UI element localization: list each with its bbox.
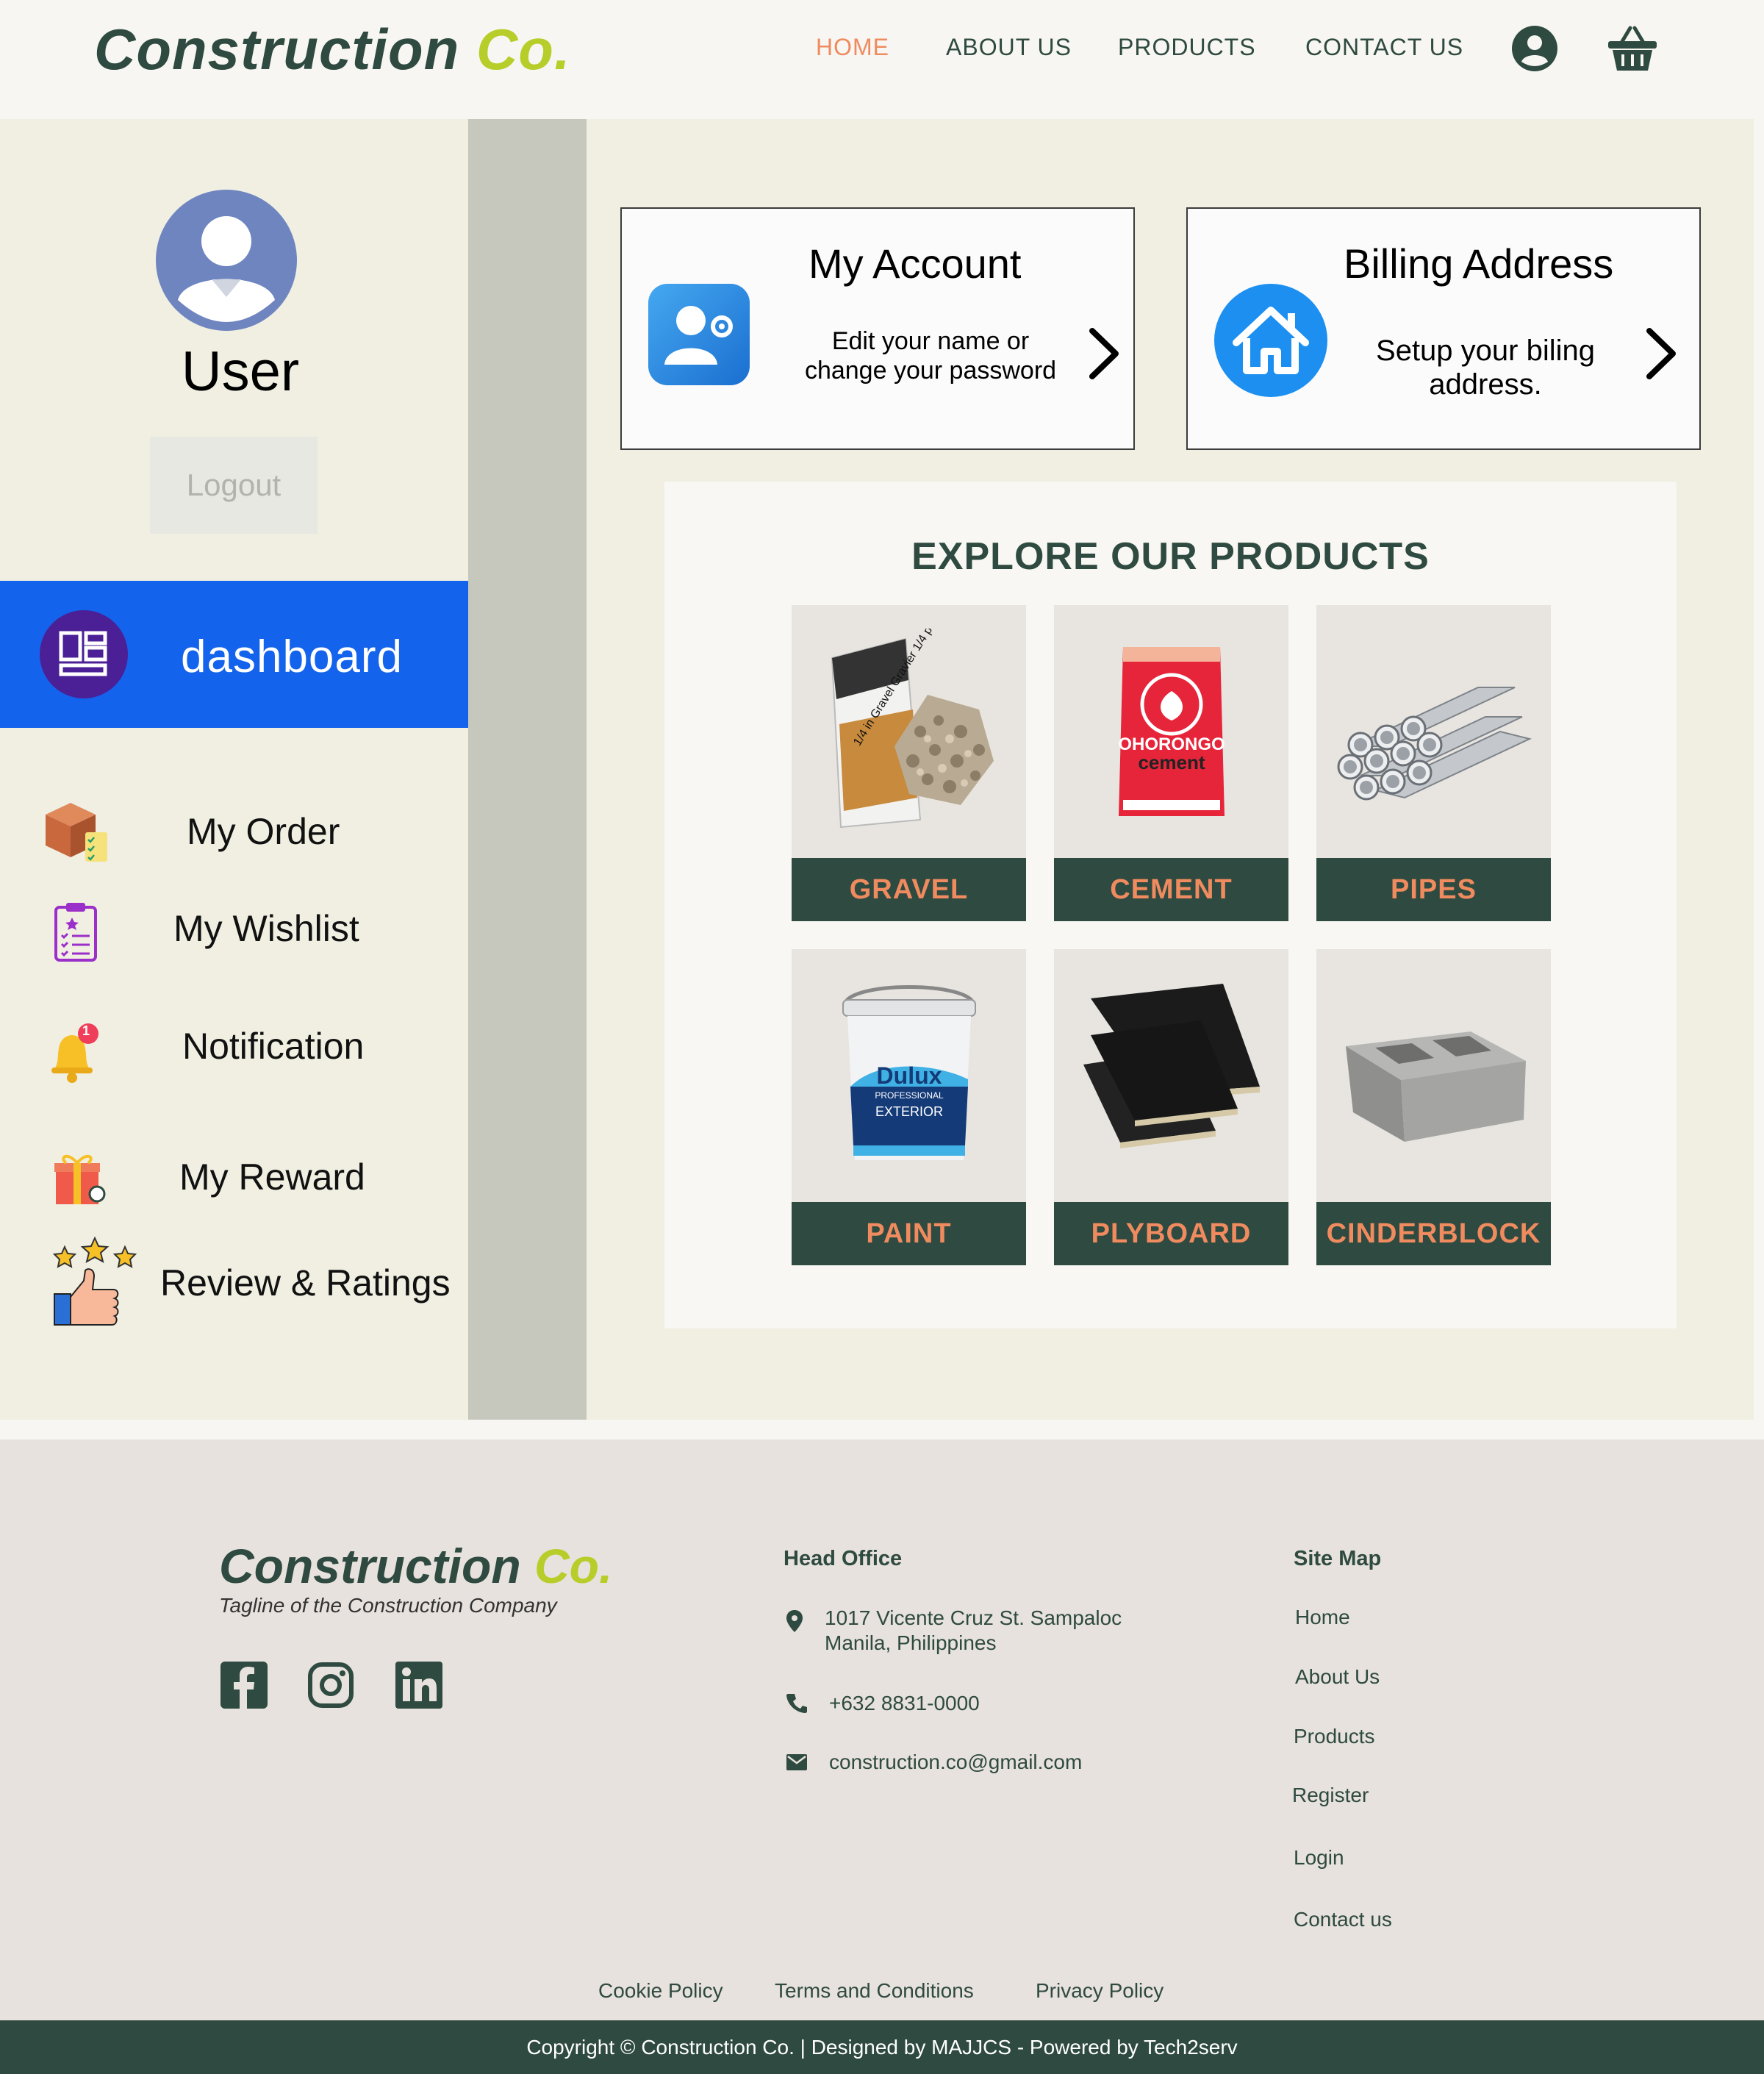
card-subtitle-line: change your password	[804, 357, 1057, 385]
sitemap-link-about-us[interactable]: About Us	[1295, 1665, 1380, 1689]
box-checklist-icon	[41, 798, 112, 870]
home-icon	[1214, 284, 1327, 401]
sidebar-item-label: My Reward	[179, 1156, 365, 1198]
gift-icon	[53, 1150, 106, 1211]
sidebar-item-label: Review & Ratings	[160, 1262, 451, 1304]
address-line: 1017 Vicente Cruz St. Sampaloc	[825, 1606, 1122, 1629]
nav-contact-us[interactable]: CONTACT US	[1305, 34, 1463, 61]
card-subtitle: Edit your name or change your password	[761, 326, 1100, 385]
card-title: My Account	[808, 240, 1022, 287]
sidebar-item-label: My Wishlist	[173, 908, 359, 949]
dashboard-label: dashboard	[181, 632, 404, 682]
user-avatar-icon	[156, 190, 297, 331]
footer-logo[interactable]: Construction Co.	[219, 1538, 612, 1594]
phone-icon	[786, 1692, 807, 1717]
sidebar-item-label: Notification	[182, 1026, 365, 1067]
sitemap-link-register[interactable]: Register	[1292, 1784, 1369, 1807]
footer-email[interactable]: construction.co@gmail.com	[829, 1750, 1082, 1775]
sidebar-item-dashboard[interactable]: dashboard	[0, 581, 468, 728]
terms-conditions-link[interactable]: Terms and Conditions	[775, 1979, 974, 2003]
gravel-image: 1/4 in Gravel Gravier 1/4 po	[792, 605, 1026, 858]
instagram-icon[interactable]	[307, 1662, 354, 1709]
my-account-card[interactable]: My Account Edit your name or change your…	[620, 207, 1135, 450]
product-gravel[interactable]: 1/4 in Gravel Gravier 1/4 po GRAVEL	[792, 605, 1026, 921]
nav-products[interactable]: PRODUCTS	[1118, 34, 1256, 61]
product-label: PAINT	[792, 1202, 1026, 1265]
cinderblock-image	[1316, 949, 1551, 1202]
account-icon[interactable]	[1511, 25, 1558, 76]
linkedin-icon[interactable]	[395, 1662, 442, 1709]
card-title: Billing Address	[1344, 240, 1614, 287]
billing-address-card[interactable]: Billing Address Setup your biling addres…	[1186, 207, 1701, 450]
footer-phone[interactable]: +632 8831-0000	[829, 1691, 980, 1716]
paint-line1-text: PROFESSIONAL	[875, 1090, 944, 1101]
plyboard-image	[1054, 949, 1288, 1202]
sidebar-item-my-order[interactable]: My Order	[0, 794, 468, 875]
site-footer	[0, 1440, 1764, 2020]
product-cement[interactable]: OHORONGO cement CEMENT	[1054, 605, 1288, 921]
paint-line2-text: EXTERIOR	[875, 1104, 942, 1119]
card-subtitle-line: Setup your biling	[1376, 335, 1595, 367]
sitemap-title: Site Map	[1294, 1547, 1382, 1570]
product-pipes[interactable]: PIPES	[1316, 605, 1551, 921]
cart-basket-icon[interactable]	[1607, 25, 1658, 77]
copyright-bar: Copyright © Construction Co. | Designed …	[0, 2020, 1764, 2074]
card-subtitle: Setup your biling address.	[1335, 334, 1636, 401]
bell-icon: 1	[47, 1022, 103, 1087]
cookie-policy-link[interactable]: Cookie Policy	[598, 1979, 723, 2003]
facebook-icon[interactable]	[220, 1662, 268, 1709]
thumbs-up-stars-icon	[51, 1235, 138, 1333]
sitemap-link-home[interactable]: Home	[1295, 1606, 1350, 1629]
sidebar-item-review-ratings[interactable]: Review & Ratings	[0, 1232, 468, 1332]
sidebar-item-notification[interactable]: 1 Notification	[0, 1015, 468, 1088]
products-panel: EXPLORE OUR PRODUCTS 1/4 in Gravel Gravi…	[664, 482, 1677, 1329]
notification-badge: 1	[82, 1023, 90, 1038]
nav-home[interactable]: HOME	[816, 34, 889, 61]
wishlist-clipboard-icon	[53, 901, 100, 967]
user-settings-icon	[648, 284, 750, 389]
product-paint[interactable]: Dulux PROFESSIONAL EXTERIOR PAINT	[792, 949, 1026, 1265]
paint-image: Dulux PROFESSIONAL EXTERIOR	[792, 949, 1026, 1202]
dashboard-icon	[40, 610, 128, 698]
products-title: EXPLORE OUR PRODUCTS	[911, 535, 1430, 578]
site-logo[interactable]: Construction Co.	[94, 16, 571, 83]
chevron-right-icon[interactable]	[1086, 326, 1122, 385]
card-subtitle-line: Edit your name or	[831, 327, 1030, 355]
product-label: CEMENT	[1054, 858, 1288, 921]
chevron-right-icon[interactable]	[1643, 326, 1679, 385]
product-label: CINDERBLOCK	[1316, 1202, 1551, 1265]
product-cinderblock[interactable]: CINDERBLOCK	[1316, 949, 1551, 1265]
copyright-text: Copyright © Construction Co. | Designed …	[526, 2035, 1238, 2059]
sitemap-link-login[interactable]: Login	[1294, 1846, 1344, 1870]
cement-word-text: cement	[1138, 751, 1205, 773]
paint-brand-text: Dulux	[876, 1062, 942, 1089]
user-name: User	[181, 340, 300, 403]
site-header: Construction Co. HOME ABOUT US PRODUCTS …	[0, 0, 1764, 116]
pipes-image	[1316, 605, 1551, 858]
cement-image: OHORONGO cement	[1054, 605, 1288, 858]
sidebar-item-my-reward[interactable]: My Reward	[0, 1145, 468, 1219]
location-pin-icon	[786, 1610, 803, 1636]
footer-tagline: Tagline of the Construction Company	[219, 1594, 557, 1617]
envelope-icon	[786, 1754, 807, 1774]
sidebar-item-my-wishlist[interactable]: My Wishlist	[0, 897, 468, 970]
product-plyboard[interactable]: PLYBOARD	[1054, 949, 1288, 1265]
sidebar-gutter	[468, 119, 587, 1420]
card-subtitle-line: address.	[1429, 368, 1542, 401]
product-label: PIPES	[1316, 858, 1551, 921]
privacy-policy-link[interactable]: Privacy Policy	[1036, 1979, 1164, 2003]
sitemap-link-contact-us[interactable]: Contact us	[1294, 1908, 1392, 1931]
sitemap-link-products[interactable]: Products	[1294, 1725, 1375, 1748]
head-office-title: Head Office	[784, 1547, 903, 1570]
nav-about-us[interactable]: ABOUT US	[946, 34, 1072, 61]
head-office-address: 1017 Vicente Cruz St. Sampaloc Manila, P…	[825, 1606, 1122, 1656]
address-line: Manila, Philippines	[825, 1631, 997, 1654]
logout-button[interactable]: Logout	[150, 437, 318, 534]
product-label: PLYBOARD	[1054, 1202, 1288, 1265]
product-label: GRAVEL	[792, 858, 1026, 921]
sidebar-item-label: My Order	[187, 811, 340, 852]
